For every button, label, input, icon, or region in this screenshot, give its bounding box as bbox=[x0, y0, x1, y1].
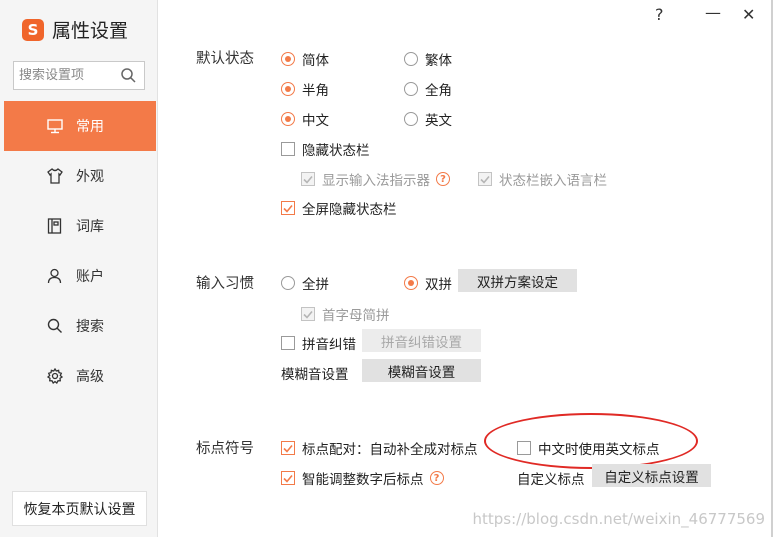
radio-half-width[interactable]: 半角 bbox=[281, 79, 329, 99]
minimize-button[interactable]: — bbox=[705, 3, 721, 22]
custom-punct-settings-button[interactable]: 自定义标点设置 bbox=[592, 464, 711, 487]
radio-traditional[interactable]: 繁体 bbox=[404, 49, 452, 69]
sidebar-item-appearance[interactable]: 外观 bbox=[4, 151, 156, 201]
radio-dot[interactable] bbox=[281, 276, 295, 290]
fuzzy-sound-label: 模糊音设置 bbox=[281, 367, 349, 383]
radio-english[interactable]: 英文 bbox=[404, 109, 452, 129]
fuzzy-sound-settings-button[interactable]: 模糊音设置 bbox=[362, 359, 481, 382]
help-icon[interactable]: ? bbox=[429, 471, 444, 485]
section-label-punctuation: 标点符号 bbox=[196, 441, 254, 457]
sidebar-item-label: 常用 bbox=[76, 119, 104, 135]
user-icon bbox=[46, 268, 63, 285]
search-icon[interactable] bbox=[120, 67, 137, 84]
radio-dot[interactable] bbox=[281, 52, 295, 66]
shirt-icon bbox=[46, 168, 63, 185]
sidebar-item-label: 账户 bbox=[76, 269, 104, 285]
sidebar-item-common[interactable]: 常用 bbox=[4, 101, 156, 151]
checkbox-box[interactable] bbox=[281, 471, 295, 485]
help-button[interactable]: ? bbox=[655, 5, 664, 24]
watermark-text: https://blog.csdn.net/weixin_46777569 bbox=[472, 510, 765, 528]
sidebar-item-dictionary[interactable]: 词库 bbox=[4, 201, 156, 251]
option-label: 显示输入法指示器 bbox=[322, 173, 430, 189]
section-label-default-state: 默认状态 bbox=[196, 51, 254, 67]
checkbox-box[interactable] bbox=[281, 441, 295, 455]
help-icon[interactable]: ? bbox=[436, 172, 450, 186]
option-label: 英文 bbox=[425, 113, 452, 129]
search-box[interactable] bbox=[13, 61, 145, 90]
option-label: 首字母简拼 bbox=[322, 308, 390, 324]
option-label: 半角 bbox=[302, 83, 329, 99]
checkbox-fullscreen-hide-status[interactable]: 全屏隐藏状态栏 bbox=[281, 198, 397, 218]
radio-simplified[interactable]: 简体 bbox=[281, 49, 329, 69]
radio-dot[interactable] bbox=[404, 112, 418, 126]
radio-chinese[interactable]: 中文 bbox=[281, 109, 329, 129]
gear-icon bbox=[46, 368, 63, 385]
option-label: 繁体 bbox=[425, 53, 452, 69]
search-icon bbox=[46, 318, 63, 335]
sogou-logo-icon: S bbox=[22, 18, 44, 41]
option-label: 简体 bbox=[302, 53, 329, 69]
restore-defaults-button[interactable]: 恢复本页默认设置 bbox=[12, 491, 147, 526]
checkbox-box[interactable] bbox=[281, 336, 295, 350]
checkbox-smart-after-digit[interactable]: 智能调整数字后标点 ? bbox=[281, 468, 444, 488]
custom-punct-label: 自定义标点 bbox=[517, 472, 585, 488]
sidebar-item-label: 外观 bbox=[76, 169, 104, 185]
checkbox-box[interactable] bbox=[301, 172, 315, 186]
option-label: 标点配对：自动补全成对标点 bbox=[302, 442, 478, 458]
radio-full-width[interactable]: 全角 bbox=[404, 79, 452, 99]
search-input[interactable] bbox=[19, 68, 119, 83]
radio-dot[interactable] bbox=[404, 82, 418, 96]
book-icon bbox=[46, 218, 63, 235]
option-label: 全拼 bbox=[302, 277, 329, 293]
sidebar-item-label: 高级 bbox=[76, 369, 104, 385]
double-pinyin-settings-button[interactable]: 双拼方案设定 bbox=[458, 269, 577, 292]
checkbox-box[interactable] bbox=[478, 172, 492, 186]
checkbox-auto-pair-punct[interactable]: 标点配对：自动补全成对标点 bbox=[281, 438, 478, 458]
sidebar-item-label: 搜索 bbox=[76, 319, 104, 335]
sidebar-item-advanced[interactable]: 高级 bbox=[4, 351, 156, 401]
monitor-icon bbox=[46, 118, 63, 135]
pinyin-correction-settings-button[interactable]: 拼音纠错设置 bbox=[362, 329, 481, 352]
close-button[interactable]: ✕ bbox=[742, 5, 755, 24]
checkbox-pinyin-correction[interactable]: 拼音纠错 bbox=[281, 333, 356, 353]
radio-full-pinyin[interactable]: 全拼 bbox=[281, 273, 329, 293]
option-label: 拼音纠错 bbox=[302, 337, 356, 353]
sidebar-item-label: 词库 bbox=[76, 219, 104, 235]
section-label-input-habit: 输入习惯 bbox=[196, 276, 254, 292]
app-header: S 属性设置 bbox=[22, 16, 128, 43]
checkbox-box[interactable] bbox=[281, 201, 295, 215]
option-label: 状态栏嵌入语言栏 bbox=[499, 173, 607, 189]
sidebar-item-search[interactable]: 搜索 bbox=[4, 301, 156, 351]
app-title: 属性设置 bbox=[52, 20, 129, 42]
checkbox-box[interactable] bbox=[281, 142, 295, 156]
radio-dot[interactable] bbox=[281, 82, 295, 96]
option-label: 双拼 bbox=[425, 277, 452, 293]
red-highlight-ellipse bbox=[484, 413, 698, 469]
option-label: 隐藏状态栏 bbox=[302, 143, 370, 159]
radio-double-pinyin[interactable]: 双拼 bbox=[404, 273, 452, 293]
option-label: 智能调整数字后标点 bbox=[302, 472, 424, 488]
option-label: 全屏隐藏状态栏 bbox=[302, 202, 397, 218]
radio-dot[interactable] bbox=[404, 276, 418, 290]
sidebar-nav: 常用 外观 词库 账户 搜索 高级 bbox=[4, 101, 156, 401]
checkbox-box[interactable] bbox=[301, 307, 315, 321]
option-label: 中文 bbox=[302, 113, 329, 129]
radio-dot[interactable] bbox=[281, 112, 295, 126]
checkbox-statusbar-embed-lang[interactable]: 状态栏嵌入语言栏 bbox=[478, 169, 607, 189]
option-label: 全角 bbox=[425, 83, 452, 99]
checkbox-show-ime-indicator[interactable]: 显示输入法指示器 ? bbox=[301, 169, 450, 189]
sidebar-item-account[interactable]: 账户 bbox=[4, 251, 156, 301]
checkbox-initial-abbrev[interactable]: 首字母简拼 bbox=[301, 304, 390, 324]
radio-dot[interactable] bbox=[404, 52, 418, 66]
sidebar: S 属性设置 常用 外观 词库 账户 bbox=[0, 0, 158, 537]
checkbox-hide-status-bar[interactable]: 隐藏状态栏 bbox=[281, 139, 370, 159]
